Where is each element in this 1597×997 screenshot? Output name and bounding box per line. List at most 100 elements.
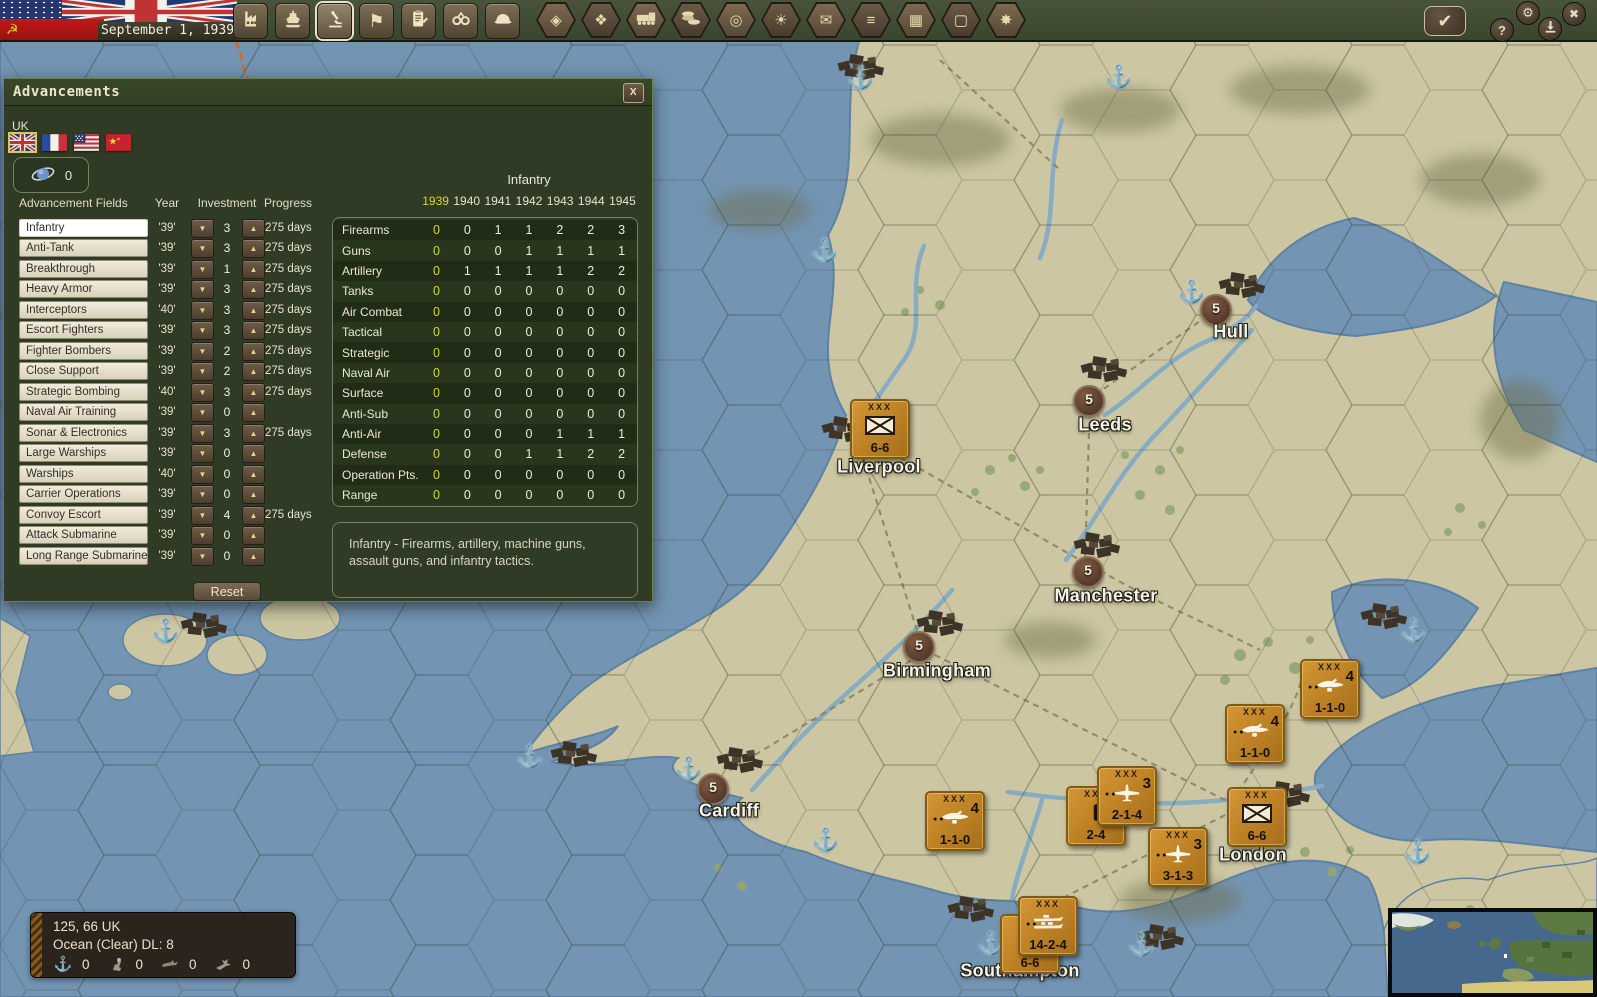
toolbar-territory-button[interactable]: ❖ — [581, 2, 621, 38]
investment-increase-button[interactable]: ▲ — [242, 444, 265, 463]
investment-decrease-button[interactable]: ▼ — [191, 424, 214, 443]
investment-decrease-button[interactable]: ▼ — [191, 239, 214, 258]
investment-decrease-button[interactable]: ▼ — [191, 403, 214, 422]
field-name-button[interactable]: Anti-Tank — [19, 239, 148, 257]
flag-tab-china[interactable]: ★★ — [106, 134, 131, 151]
city-label-manchester: Manchester — [1054, 586, 1157, 607]
field-investment: 0 — [212, 403, 242, 421]
minimap[interactable] — [1388, 908, 1597, 997]
flag-tab-usa[interactable] — [74, 134, 99, 151]
unit-counter[interactable]: XXX3●●2-1-4 — [1097, 766, 1157, 826]
field-name-button[interactable]: Convoy Escort — [19, 506, 148, 524]
field-name-button[interactable]: Naval Air Training — [19, 403, 148, 421]
toolbar-save-button[interactable] — [1538, 17, 1562, 41]
investment-increase-button[interactable]: ▲ — [242, 321, 265, 340]
investment-increase-button[interactable]: ▲ — [242, 526, 265, 545]
field-name-button[interactable]: Fighter Bombers — [19, 342, 148, 360]
investment-increase-button[interactable]: ▲ — [242, 506, 265, 525]
toolbar-unit-grid-button[interactable]: ▦ — [896, 2, 936, 38]
toolbar-production-button[interactable] — [233, 3, 268, 39]
investment-increase-button[interactable]: ▲ — [242, 301, 265, 320]
toolbar-targeting-button[interactable]: ◎ — [716, 2, 756, 38]
field-name-button[interactable]: Breakthrough — [19, 260, 148, 278]
field-name-button[interactable]: Infantry — [19, 219, 148, 237]
investment-decrease-button[interactable]: ▼ — [191, 301, 214, 320]
field-name-button[interactable]: Strategic Bombing — [19, 383, 148, 401]
reset-button[interactable]: Reset — [193, 582, 261, 601]
field-name-button[interactable]: Escort Fighters — [19, 321, 148, 339]
field-name-button[interactable]: Interceptors — [19, 301, 148, 319]
investment-decrease-button[interactable]: ▼ — [191, 383, 214, 402]
field-name-button[interactable]: Close Support — [19, 362, 148, 380]
toolbar-combat-button[interactable]: ✸ — [986, 2, 1026, 38]
toolbar-statistics-button[interactable]: ≡ — [851, 2, 891, 38]
toolbar-resources-button[interactable]: ◈ — [536, 2, 576, 38]
toolbar-selection-button[interactable]: ▢ — [941, 2, 981, 38]
investment-decrease-button[interactable]: ▼ — [191, 485, 214, 504]
investment-increase-button[interactable]: ▲ — [242, 260, 265, 279]
investment-decrease-button[interactable]: ▼ — [191, 219, 214, 238]
toolbar-rail-button[interactable] — [626, 2, 666, 38]
city-size-badge[interactable]: 5 — [1072, 556, 1104, 588]
city-size-badge[interactable]: 5 — [1073, 385, 1105, 417]
investment-decrease-button[interactable]: ▼ — [191, 444, 214, 463]
toolbar-settings-button[interactable]: ⚙ — [1516, 1, 1540, 25]
investment-increase-button[interactable]: ▲ — [242, 342, 265, 361]
toolbar-diplomacy-button[interactable]: ⚑ — [359, 3, 394, 39]
toolbar-land-forces-button[interactable] — [485, 3, 520, 39]
investment-decrease-button[interactable]: ▼ — [191, 280, 214, 299]
field-name-button[interactable]: Large Warships — [19, 444, 148, 462]
investment-increase-button[interactable]: ▲ — [242, 280, 265, 299]
investment-increase-button[interactable]: ▲ — [242, 547, 265, 566]
investment-decrease-button[interactable]: ▼ — [191, 260, 214, 279]
city-size-badge[interactable]: 5 — [903, 631, 935, 663]
research-points-button[interactable]: 0 — [13, 157, 89, 193]
toolbar-end-turn-button[interactable]: ✔ — [1424, 6, 1466, 36]
toolbar-messages-button[interactable]: ✉ — [806, 2, 846, 38]
investment-decrease-button[interactable]: ▼ — [191, 321, 214, 340]
investment-increase-button[interactable]: ▲ — [242, 403, 265, 422]
toolbar-intelligence-button[interactable] — [443, 3, 478, 39]
unit-counter[interactable]: XXX4●●1-1-0 — [1225, 704, 1285, 764]
flag-tab-uk[interactable] — [10, 134, 35, 151]
field-name-button[interactable]: Sonar & Electronics — [19, 424, 148, 442]
toolbar-navy-button[interactable] — [275, 3, 310, 39]
investment-increase-button[interactable]: ▲ — [242, 424, 265, 443]
detail-stat-value: 0 — [452, 427, 483, 441]
unit-counter[interactable]: XXX●●14-2-4 — [1018, 896, 1078, 956]
detail-stat-value: 0 — [606, 407, 637, 421]
field-name-button[interactable]: Carrier Operations — [19, 485, 148, 503]
toolbar-treasury-button[interactable] — [671, 2, 711, 38]
investment-increase-button[interactable]: ▲ — [242, 239, 265, 258]
field-name-button[interactable]: Attack Submarine — [19, 526, 148, 544]
field-name-button[interactable]: Long Range Submarine — [19, 547, 148, 565]
unit-counter[interactable]: XXX6-6 — [1227, 787, 1287, 847]
investment-decrease-button[interactable]: ▼ — [191, 342, 214, 361]
investment-increase-button[interactable]: ▲ — [242, 465, 265, 484]
detail-stat-value: 1 — [606, 244, 637, 258]
investment-decrease-button[interactable]: ▼ — [191, 526, 214, 545]
city-label-liverpool: Liverpool — [837, 457, 921, 478]
investment-decrease-button[interactable]: ▼ — [191, 465, 214, 484]
unit-counter[interactable]: XXX4●●1-1-0 — [1300, 659, 1360, 719]
field-year: '39' — [148, 239, 186, 257]
flag-tab-france[interactable] — [42, 134, 67, 151]
investment-decrease-button[interactable]: ▼ — [191, 506, 214, 525]
investment-decrease-button[interactable]: ▼ — [191, 362, 214, 381]
toolbar-weather-button[interactable]: ☀ — [761, 2, 801, 38]
investment-increase-button[interactable]: ▲ — [242, 219, 265, 238]
investment-decrease-button[interactable]: ▼ — [191, 547, 214, 566]
investment-increase-button[interactable]: ▲ — [242, 485, 265, 504]
unit-counter[interactable]: XXX3●●3-1-3 — [1148, 827, 1208, 887]
unit-counter[interactable]: XXX4●●1-1-0 — [925, 791, 985, 851]
toolbar-research-button[interactable] — [317, 3, 352, 39]
unit-counter[interactable]: XXX6-6 — [850, 399, 910, 459]
investment-increase-button[interactable]: ▲ — [242, 383, 265, 402]
toolbar-reports-button[interactable] — [401, 3, 436, 39]
toolbar-exit-button[interactable]: ✖ — [1562, 2, 1586, 26]
field-name-button[interactable]: Heavy Armor — [19, 280, 148, 298]
field-name-button[interactable]: Warships — [19, 465, 148, 483]
investment-increase-button[interactable]: ▲ — [242, 362, 265, 381]
toolbar-help-button[interactable]: ? — [1490, 18, 1514, 42]
field-investment: 2 — [212, 342, 242, 360]
